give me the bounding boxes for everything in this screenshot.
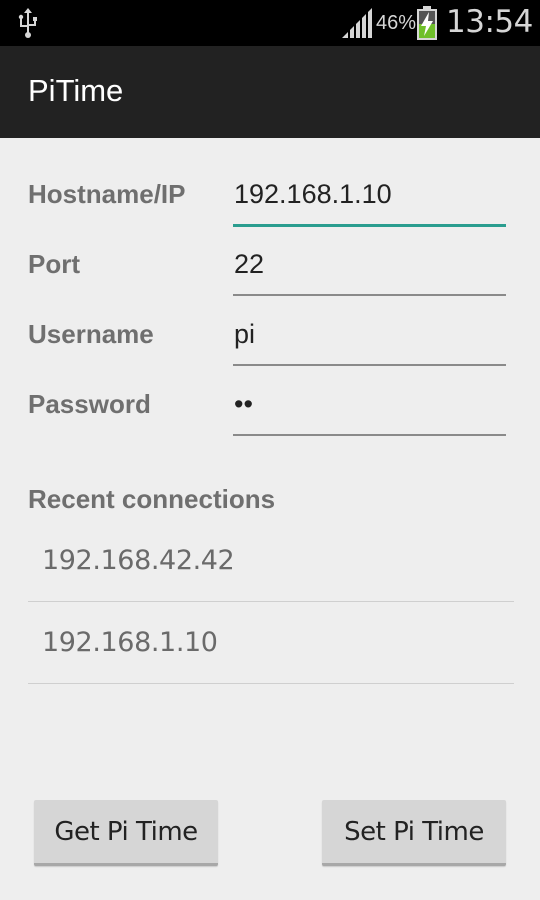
battery-charging-icon [417,6,437,40]
list-divider [28,683,514,684]
port-input[interactable] [234,242,506,286]
hostname-input[interactable] [234,172,506,216]
port-label: Port [28,249,80,279]
clock: 13:54 [446,4,533,40]
battery-percent: 46% [376,12,417,34]
password-row: Password [0,370,540,440]
username-underline [233,364,506,366]
recent-connections-header: Recent connections [28,484,276,514]
get-pi-time-button[interactable]: Get Pi Time [34,800,218,866]
action-bar: PiTime [0,46,540,138]
recent-connection-item[interactable]: 192.168.42.42 [28,520,514,602]
password-underline [233,434,506,436]
signal-icon [342,8,372,38]
password-label: Password [28,389,151,419]
recent-connection-item[interactable]: 192.168.1.10 [28,602,514,684]
hostname-label: Hostname/IP [28,179,186,209]
port-underline [233,294,506,296]
password-input[interactable] [234,382,506,426]
recent-connection-address: 192.168.42.42 [42,545,235,576]
recent-connection-address: 192.168.1.10 [42,627,218,658]
hostname-underline [233,224,506,227]
status-bar: 46% 13:54 [0,0,540,46]
hostname-row: Hostname/IP [0,160,540,230]
username-label: Username [28,319,154,349]
app-title: PiTime [28,73,124,108]
set-pi-time-button[interactable]: Set Pi Time [322,800,506,866]
username-input[interactable] [234,312,506,356]
username-row: Username [0,300,540,370]
usb-icon [18,8,37,38]
port-row: Port [0,230,540,300]
